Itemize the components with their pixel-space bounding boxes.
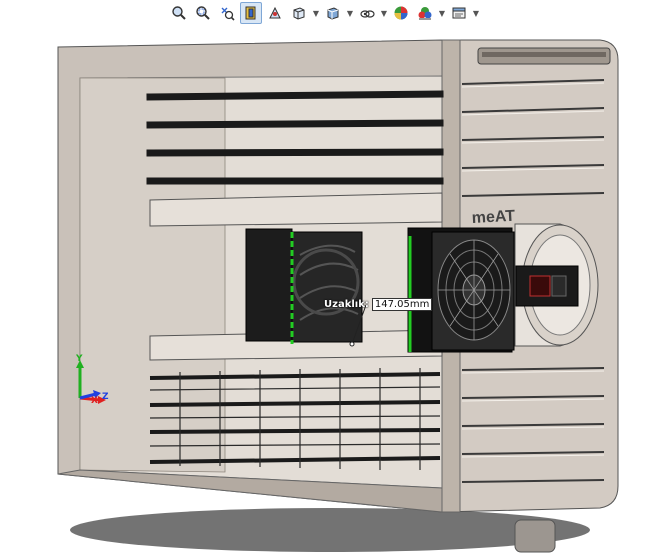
apply-scene-button[interactable] bbox=[414, 2, 436, 24]
zoom-to-area-button[interactable] bbox=[192, 2, 214, 24]
section-view-button[interactable] bbox=[240, 2, 262, 24]
model-shadow bbox=[70, 508, 590, 552]
zoom-to-area-icon bbox=[196, 6, 210, 20]
display-style-icon bbox=[327, 7, 339, 20]
view-settings-dropdown-icon[interactable]: ▼ bbox=[472, 3, 480, 23]
view-orientation-button[interactable] bbox=[288, 2, 310, 24]
view-settings-icon bbox=[452, 7, 466, 19]
measurement-label: Uzaklık: bbox=[324, 299, 369, 310]
dynamic-annotation-button[interactable] bbox=[264, 2, 286, 24]
temperature-controller[interactable] bbox=[515, 265, 579, 307]
y-axis-label: Y bbox=[76, 354, 83, 364]
heads-up-view-toolbar: ▼ ▼ ▼ ▼ ▼ bbox=[168, 2, 480, 24]
edit-appearance-icon bbox=[394, 6, 408, 20]
dynamic-annotation-icon bbox=[269, 6, 281, 19]
brand-logo: meAT bbox=[471, 208, 515, 227]
z-axis-label: Z bbox=[102, 392, 109, 402]
view-settings-button[interactable] bbox=[448, 2, 470, 24]
graphics-viewport[interactable]: meAT bbox=[0, 0, 654, 557]
distance-measurement: Uzaklık: 147.05mm bbox=[324, 298, 433, 311]
previous-view-icon bbox=[221, 7, 235, 21]
hide-show-items-dropdown-icon[interactable]: ▼ bbox=[380, 3, 388, 23]
display-style-dropdown-icon[interactable]: ▼ bbox=[346, 3, 354, 23]
view-orientation-dropdown-icon[interactable]: ▼ bbox=[312, 3, 320, 23]
view-orientation-icon bbox=[293, 7, 305, 20]
zoom-to-fit-icon bbox=[172, 6, 186, 20]
cooling-fan[interactable] bbox=[407, 227, 515, 353]
heat-sink-block[interactable] bbox=[245, 228, 363, 344]
measurement-value: 147.05mm bbox=[371, 298, 433, 311]
section-view-icon bbox=[245, 6, 256, 20]
edit-appearance-button[interactable] bbox=[390, 2, 412, 24]
apply-scene-icon bbox=[418, 7, 432, 20]
display-style-button[interactable] bbox=[322, 2, 344, 24]
zoom-to-fit-button[interactable] bbox=[168, 2, 190, 24]
coordinate-triad: Y X Z bbox=[66, 354, 116, 409]
apply-scene-dropdown-icon[interactable]: ▼ bbox=[438, 3, 446, 23]
x-axis-label: X bbox=[91, 396, 98, 406]
hide-show-items-icon bbox=[360, 10, 375, 18]
previous-view-button[interactable] bbox=[216, 2, 238, 24]
hide-show-items-button[interactable] bbox=[356, 2, 378, 24]
model-foot bbox=[514, 519, 556, 553]
